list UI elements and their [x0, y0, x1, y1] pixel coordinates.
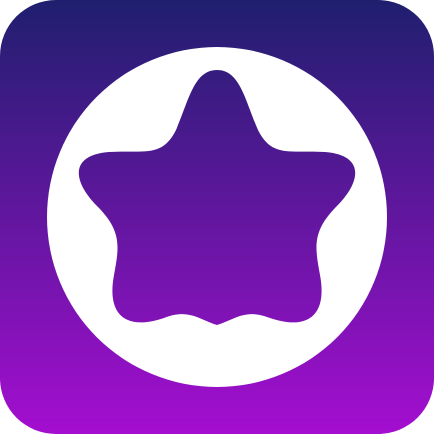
white-ring-circle: [47, 47, 387, 387]
app-icon-graphic: [0, 0, 434, 434]
app-icon[interactable]: [0, 0, 434, 434]
